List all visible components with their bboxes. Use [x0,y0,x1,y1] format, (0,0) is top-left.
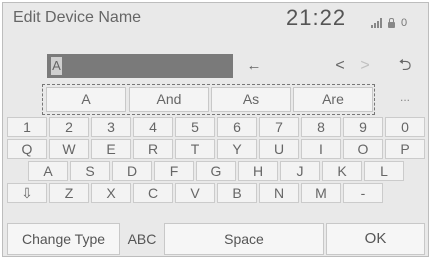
keyboard-key[interactable]: 2 [49,117,89,137]
cursor-right-button[interactable]: > [355,55,375,77]
keyboard-key[interactable]: Q [7,139,47,159]
suggestion-button[interactable]: And [129,87,209,112]
keyboard-key[interactable]: T [175,139,215,159]
signal-strength-icon [371,18,382,28]
keyboard-key[interactable]: U [259,139,299,159]
keyboard-key[interactable]: O [343,139,383,159]
keyboard-key[interactable]: 7 [259,117,299,137]
keyboard-key[interactable]: 4 [133,117,173,137]
keyboard-key[interactable]: 8 [301,117,341,137]
device-name-input[interactable]: A [47,54,233,78]
keyboard-key[interactable]: W [49,139,89,159]
keyboard-key[interactable]: F [154,161,194,181]
keyboard-key[interactable]: B [217,183,257,203]
keyboard-key[interactable]: M [301,183,341,203]
keyboard-key[interactable]: 3 [91,117,131,137]
input-value: A [51,57,62,75]
suggestion-button[interactable]: A [46,87,126,112]
keyboard-key[interactable]: D [112,161,152,181]
keyboard-key[interactable]: L [364,161,404,181]
page-title: Edit Device Name [13,9,142,26]
keyboard-key[interactable]: A [28,161,68,181]
cursor-left-button[interactable]: < [330,55,350,77]
keyboard-key[interactable]: S [70,161,110,181]
keyboard-key[interactable]: 6 [217,117,257,137]
keyboard-key[interactable]: H [238,161,278,181]
keyboard-key[interactable]: 0 [385,117,425,137]
keyboard-key[interactable]: R [133,139,173,159]
keyboard-key[interactable]: Z [49,183,89,203]
lock-icon [388,18,395,28]
space-button[interactable]: Space [164,223,324,255]
keyboard-key[interactable]: K [322,161,362,181]
keyboard-key[interactable]: C [133,183,173,203]
status-counter: 0 [401,17,408,29]
keyboard-key[interactable]: 1 [7,117,47,137]
keyboard-key[interactable]: 9 [343,117,383,137]
abc-mode-label: ABC [127,231,157,247]
more-suggestions-button[interactable]: ... [387,87,423,112]
ok-button[interactable]: OK [326,223,425,255]
suggestion-button[interactable]: Are [293,87,373,112]
change-type-button[interactable]: Change Type [7,223,120,255]
keyboard-key[interactable]: X [91,183,131,203]
keyboard-key[interactable]: Y [217,139,257,159]
return-icon[interactable]: ⮌ [390,55,420,77]
suggestion-button[interactable]: As [211,87,291,112]
keyboard-key[interactable]: E [91,139,131,159]
keyboard-key[interactable]: G [196,161,236,181]
backspace-icon[interactable]: ← [239,55,269,77]
keyboard-key[interactable]: V [175,183,215,203]
keyboard-key[interactable]: - [343,183,383,203]
keyboard-key[interactable]: N [259,183,299,203]
keyboard-key[interactable]: 5 [175,117,215,137]
clock: 21:22 [286,5,347,30]
keyboard-key[interactable]: I [301,139,341,159]
keyboard-key[interactable]: P [385,139,425,159]
status-area: 0 [371,14,423,29]
keyboard-key[interactable]: J [280,161,320,181]
edit-device-name-screen: Edit Device Name 21:22 0 A ← < > ⮌ A And… [2,2,429,257]
shift-key[interactable]: ⇩ [7,183,47,203]
